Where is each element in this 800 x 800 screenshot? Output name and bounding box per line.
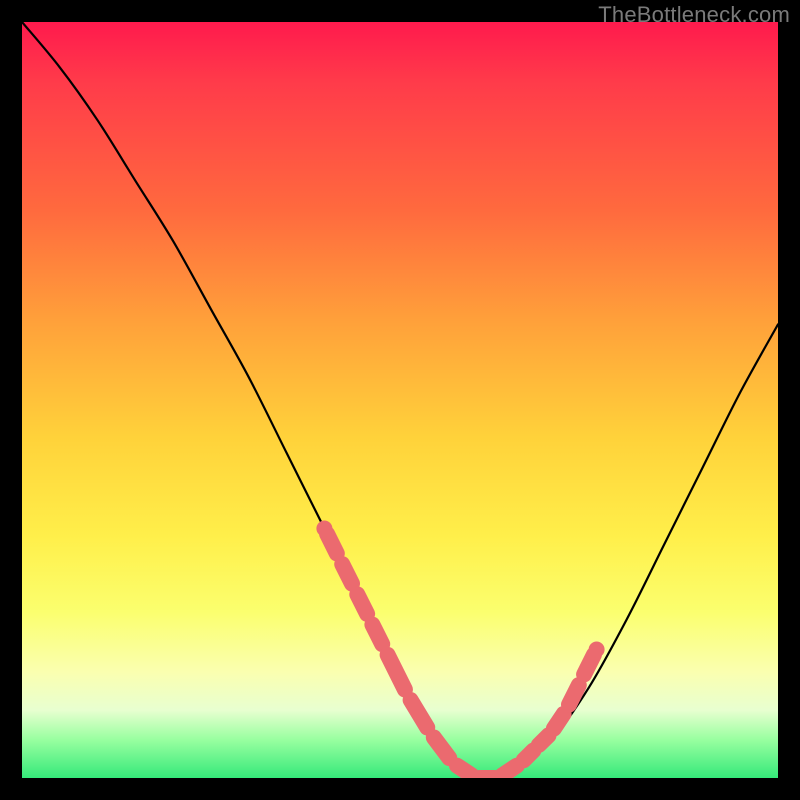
chart-svg (22, 22, 778, 778)
marker-cap (589, 642, 605, 658)
marker-segment (457, 766, 472, 776)
marker-segment (342, 564, 352, 584)
chart-frame: TheBottleneck.com (0, 0, 800, 800)
marker-cap (316, 521, 332, 537)
chart-plot-area (22, 22, 778, 778)
marker-segment (569, 685, 579, 705)
marker-segment (357, 594, 367, 614)
marker-segment (554, 714, 564, 729)
marker-segment (584, 655, 594, 675)
marker-segment (372, 625, 382, 645)
marker-segment (524, 751, 534, 761)
marker-segment (539, 735, 549, 745)
bottleneck-curve-path (22, 22, 778, 778)
marker-segment (411, 700, 428, 728)
marker-group (316, 521, 604, 779)
marker-segment (388, 655, 405, 690)
marker-segment (434, 737, 450, 758)
marker-segment (502, 766, 517, 776)
watermark-text: TheBottleneck.com (598, 2, 790, 28)
marker-segment (327, 534, 337, 554)
